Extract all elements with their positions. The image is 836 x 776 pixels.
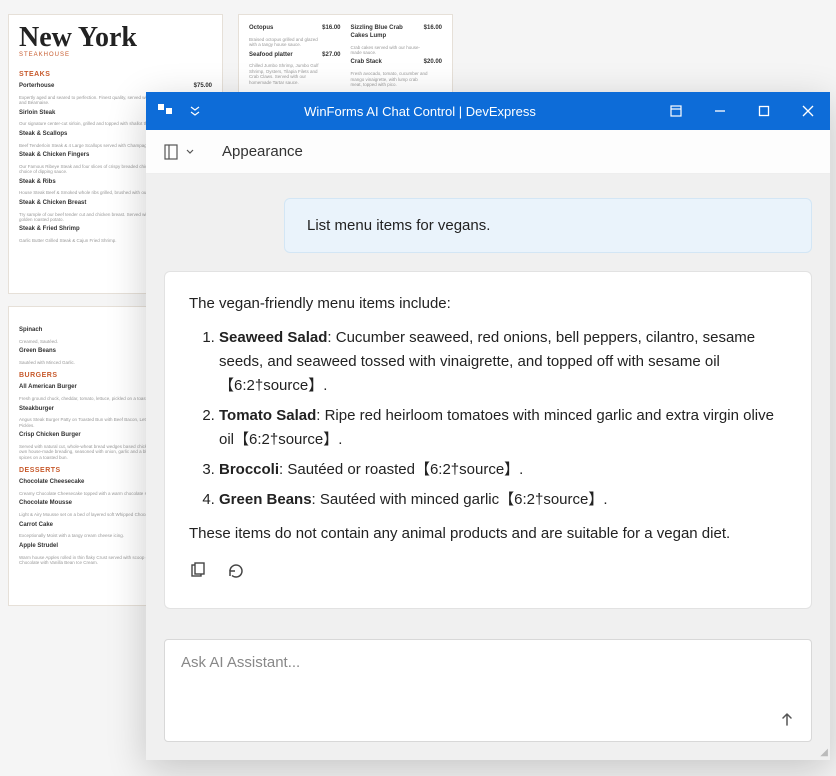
send-button[interactable] — [775, 707, 799, 731]
copy-icon — [189, 562, 207, 580]
user-message: List menu items for vegans. — [284, 198, 812, 253]
list-item: Broccoli: Sautéed or roasted【6:2†source】… — [219, 458, 787, 482]
app-icon — [156, 102, 174, 120]
regenerate-button[interactable] — [227, 562, 245, 588]
chevron-down-icon — [186, 148, 194, 156]
copy-button[interactable] — [189, 562, 207, 588]
chat-input[interactable] — [165, 640, 811, 741]
app-window: WinForms AI Chat Control | DevExpress Ap… — [146, 92, 830, 760]
toolbar: Appearance — [146, 130, 830, 174]
chat-input-container — [164, 639, 812, 742]
assistant-outro: These items do not contain any animal pr… — [189, 522, 787, 546]
list-item: Tomato Salad: Ripe red heirloom tomatoes… — [219, 404, 787, 452]
appearance-tab[interactable]: Appearance — [222, 143, 303, 160]
assistant-list: Seaweed Salad: Cucumber seaweed, red oni… — [189, 326, 787, 512]
refresh-icon — [227, 562, 245, 580]
layout-dropdown[interactable] — [164, 143, 194, 161]
window-title: WinForms AI Chat Control | DevExpress — [206, 104, 654, 119]
brand-subtitle: STEAKHOUSE — [19, 52, 212, 60]
brand-logo: New York — [19, 25, 212, 50]
list-item: Green Beans: Sautéed with minced garlic【… — [219, 488, 787, 512]
menu-page-2: Octopus$16.00 Braised octopus grilled an… — [238, 14, 453, 104]
ribbon-display-button[interactable] — [654, 92, 698, 130]
assistant-message: The vegan-friendly menu items include: S… — [164, 271, 812, 609]
list-item: Seaweed Salad: Cucumber seaweed, red oni… — [219, 326, 787, 398]
arrow-up-icon — [779, 711, 795, 727]
chat-area: List menu items for vegans. The vegan-fr… — [146, 174, 830, 760]
maximize-button[interactable] — [742, 92, 786, 130]
close-button[interactable] — [786, 92, 830, 130]
section-heading-steaks: STEAKS — [19, 70, 212, 79]
quick-access-dropdown[interactable] — [184, 106, 206, 116]
assistant-intro: The vegan-friendly menu items include: — [189, 292, 787, 316]
user-message-text: List menu items for vegans. — [307, 217, 490, 234]
minimize-button[interactable] — [698, 92, 742, 130]
titlebar[interactable]: WinForms AI Chat Control | DevExpress — [146, 92, 830, 130]
